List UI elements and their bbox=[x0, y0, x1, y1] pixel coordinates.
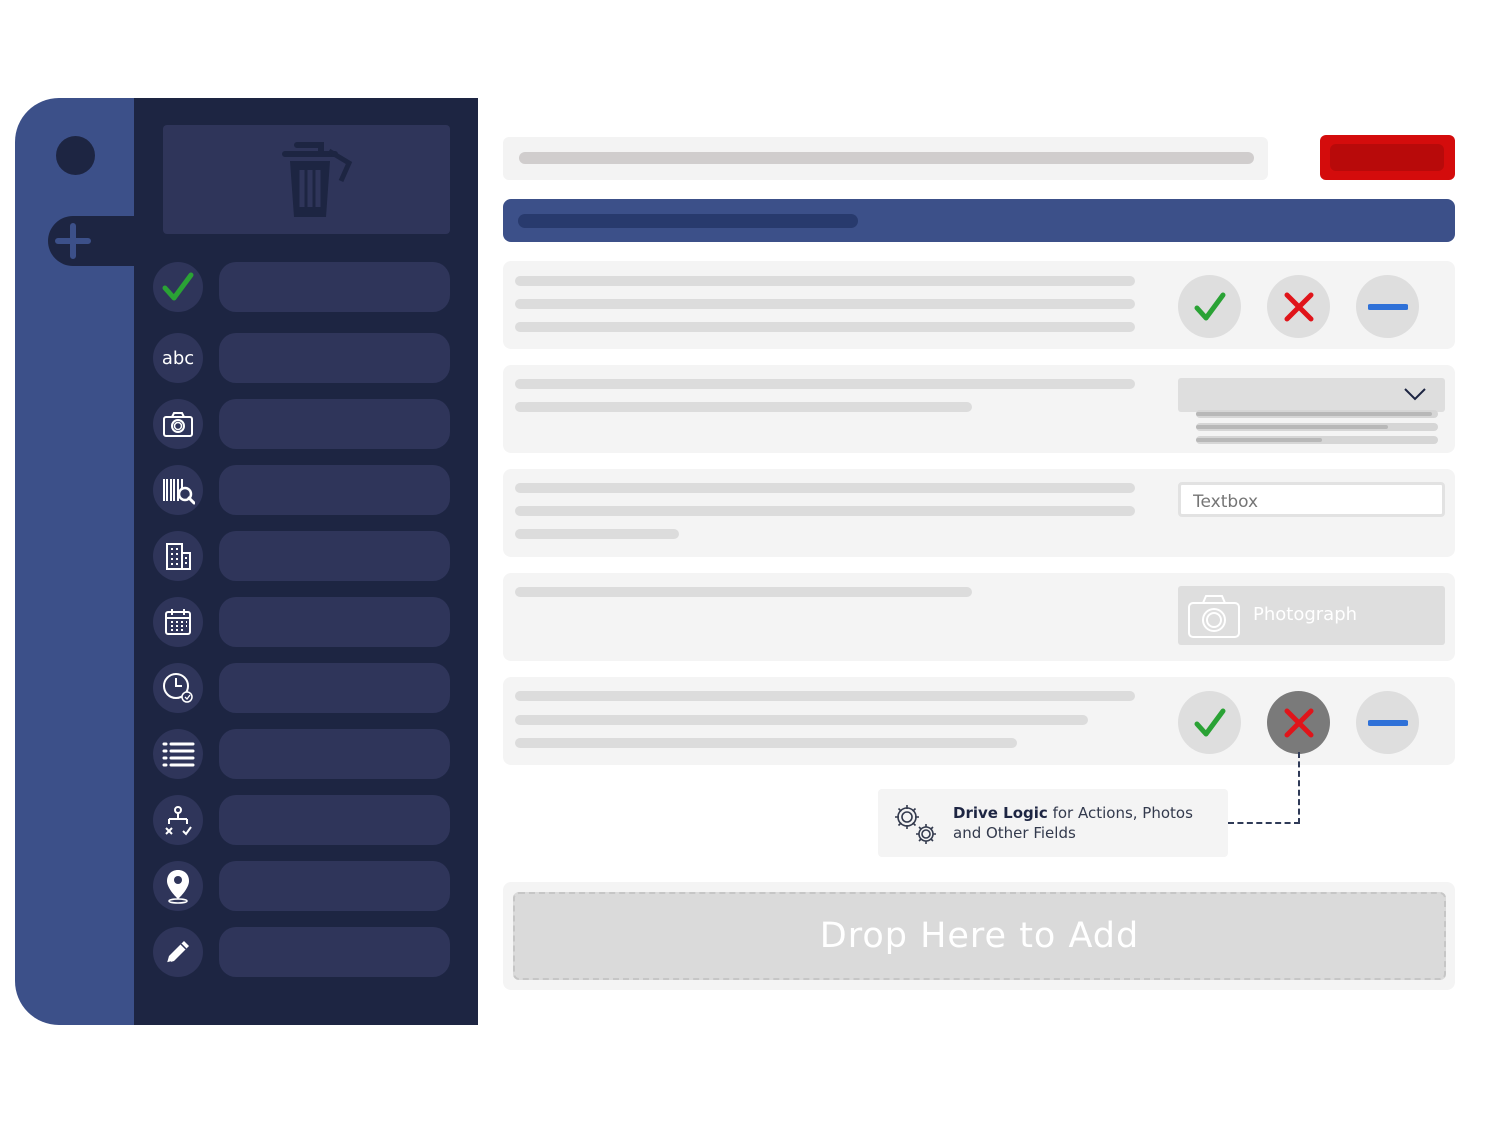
tool-item-pill bbox=[219, 663, 450, 713]
cross-icon bbox=[1284, 292, 1313, 321]
check-icon bbox=[1194, 292, 1225, 320]
question-text-line bbox=[515, 529, 679, 539]
tool-item-pill bbox=[219, 465, 450, 515]
drop-zone-container: Drop Here to Add bbox=[503, 882, 1455, 990]
tool-item-pill bbox=[219, 597, 450, 647]
camera-icon bbox=[1188, 595, 1240, 638]
logic-connector bbox=[1298, 752, 1300, 824]
cross-icon bbox=[1284, 708, 1313, 737]
dropdown-option[interactable] bbox=[1196, 410, 1438, 418]
logic-connector bbox=[1228, 822, 1300, 824]
check-icon bbox=[1194, 708, 1225, 736]
tool-item-photo[interactable] bbox=[153, 399, 450, 449]
answer-yes-button[interactable] bbox=[1178, 275, 1241, 338]
camera-icon bbox=[153, 399, 203, 449]
tool-item-text[interactable]: abc bbox=[153, 333, 450, 383]
tool-item-date[interactable] bbox=[153, 597, 450, 647]
field-toolbox: abc bbox=[134, 98, 478, 1025]
chevron-down-icon bbox=[1404, 388, 1426, 401]
question-text-line bbox=[515, 483, 1135, 493]
checkmark-icon bbox=[153, 262, 203, 312]
section-header[interactable] bbox=[503, 199, 1455, 242]
photograph-label: Photograph bbox=[1253, 604, 1358, 625]
question-text-line bbox=[515, 587, 972, 597]
tool-item-pill bbox=[219, 729, 450, 779]
question-text-line bbox=[515, 322, 1135, 332]
question-text-line bbox=[515, 506, 1135, 516]
question-text-line bbox=[515, 738, 1017, 748]
dropdown-select[interactable] bbox=[1178, 378, 1445, 412]
tool-item-signature[interactable] bbox=[153, 927, 450, 977]
location-pin-icon bbox=[153, 861, 203, 911]
rail-status-dot[interactable] bbox=[56, 136, 95, 175]
tool-item-pill bbox=[219, 399, 450, 449]
question-text-line bbox=[515, 402, 972, 412]
barcode-scan-icon bbox=[153, 465, 203, 515]
answer-na-button[interactable] bbox=[1356, 275, 1419, 338]
tool-item-logic[interactable] bbox=[153, 795, 450, 845]
question-card-photo[interactable]: Photograph bbox=[503, 573, 1455, 661]
drop-zone-label: Drop Here to Add bbox=[819, 916, 1140, 956]
add-button[interactable] bbox=[48, 216, 140, 266]
textbox-input[interactable] bbox=[1178, 482, 1445, 517]
text-abc-label: abc bbox=[161, 347, 195, 369]
answer-na-button[interactable] bbox=[1356, 691, 1419, 754]
drive-logic-bold: Drive Logic bbox=[953, 804, 1048, 822]
question-card-dropdown[interactable] bbox=[503, 365, 1455, 453]
answer-yes-button[interactable] bbox=[1178, 691, 1241, 754]
tool-item-site[interactable] bbox=[153, 531, 450, 581]
answer-no-button[interactable] bbox=[1267, 275, 1330, 338]
question-card-yes-no[interactable] bbox=[503, 677, 1455, 765]
title-placeholder-line bbox=[519, 152, 1254, 164]
tool-item-pill bbox=[219, 531, 450, 581]
tool-item-pill bbox=[219, 927, 450, 977]
building-icon bbox=[153, 531, 203, 581]
dropdown-option[interactable] bbox=[1196, 423, 1438, 431]
question-text-line bbox=[515, 379, 1135, 389]
tool-item-pill bbox=[219, 861, 450, 911]
dropdown-option[interactable] bbox=[1196, 436, 1438, 444]
question-text-line bbox=[515, 276, 1135, 286]
section-title-placeholder bbox=[518, 214, 858, 228]
save-button[interactable] bbox=[1320, 135, 1455, 180]
question-text-line bbox=[515, 691, 1135, 701]
plus-icon bbox=[55, 223, 91, 259]
tool-item-pill bbox=[219, 262, 450, 312]
save-button-label-placeholder bbox=[1330, 144, 1444, 171]
clock-icon bbox=[153, 663, 203, 713]
tool-item-pill bbox=[219, 795, 450, 845]
question-text-line bbox=[515, 299, 1135, 309]
drop-zone[interactable]: Drop Here to Add bbox=[513, 892, 1446, 980]
answer-no-button-selected[interactable] bbox=[1267, 691, 1330, 754]
tool-item-list[interactable] bbox=[153, 729, 450, 779]
logic-flow-icon bbox=[153, 795, 203, 845]
question-text-line bbox=[515, 715, 1088, 725]
gears-icon bbox=[895, 805, 936, 844]
form-title-field[interactable] bbox=[503, 137, 1268, 180]
tool-item-time[interactable] bbox=[153, 663, 450, 713]
trash-drop-zone[interactable] bbox=[163, 125, 450, 234]
pencil-icon bbox=[153, 927, 203, 977]
drive-logic-text: Drive Logic for Actions, Photos and Othe… bbox=[953, 803, 1213, 843]
trash-icon bbox=[282, 142, 353, 217]
tool-item-checkbox[interactable] bbox=[153, 262, 450, 312]
tool-item-pill bbox=[219, 333, 450, 383]
tool-item-location[interactable] bbox=[153, 861, 450, 911]
drive-logic-tooltip: Drive Logic for Actions, Photos and Othe… bbox=[878, 789, 1228, 857]
tool-item-barcode[interactable] bbox=[153, 465, 450, 515]
minus-icon bbox=[1367, 719, 1408, 726]
question-card-yes-no[interactable] bbox=[503, 261, 1455, 349]
calendar-icon bbox=[153, 597, 203, 647]
text-abc-icon: abc bbox=[153, 333, 203, 383]
photograph-button[interactable]: Photograph bbox=[1178, 586, 1445, 645]
minus-icon bbox=[1367, 303, 1408, 310]
list-icon bbox=[153, 729, 203, 779]
question-card-textbox[interactable] bbox=[503, 469, 1455, 557]
